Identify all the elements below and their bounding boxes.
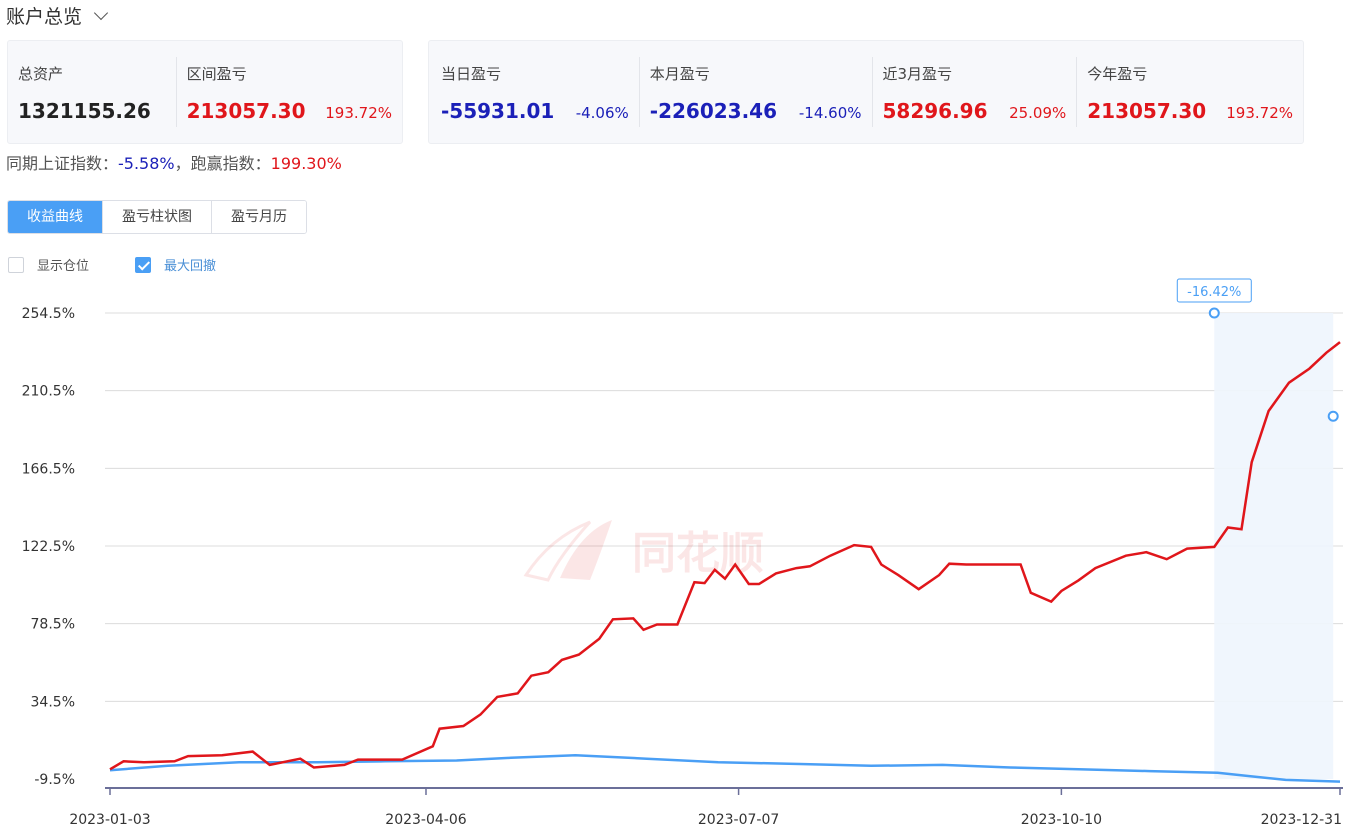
- summary-cell: 区间盈亏 213057.30 193.72%: [177, 57, 402, 127]
- tab-profit-bar[interactable]: 盈亏柱状图: [103, 201, 212, 233]
- summary-label: 近3月盈亏: [882, 65, 953, 83]
- y-tick-label: 166.5%: [22, 461, 75, 477]
- summary-pct: -4.06%: [575, 104, 629, 122]
- beat-label: 跑赢指数：: [190, 154, 271, 173]
- y-tick-label: 210.5%: [22, 384, 75, 400]
- x-tick-label: 2023-10-10: [1021, 812, 1102, 828]
- summary-value: 58296.96: [882, 99, 988, 123]
- page-title: 账户总览: [6, 6, 83, 28]
- y-axis: 254.5% 210.5% 166.5% 122.5% 78.5% 34.5% -9.5%: [22, 306, 75, 788]
- summary-pct: 25.09%: [1009, 104, 1067, 122]
- y-tick-label: 122.5%: [22, 539, 75, 555]
- summary-cell: 近3月盈亏 58296.96 25.09%: [873, 57, 1078, 127]
- summary-cell: 本月盈亏 -226023.46 -14.60%: [640, 57, 873, 127]
- summary-value: -55931.01: [441, 99, 555, 123]
- summary-cell: 今年盈亏 213057.30 193.72%: [1077, 57, 1303, 127]
- x-axis: 2023-01-03 2023-04-06 2023-07-07 2023-10-10…: [69, 787, 1343, 828]
- page-header[interactable]: 账户总览: [6, 2, 109, 29]
- summary-label: 本月盈亏: [649, 65, 710, 83]
- x-tick-label: 2023-04-06: [385, 812, 466, 828]
- watermark-text: 同花顺: [632, 528, 764, 579]
- summary-pct: -14.60%: [798, 104, 862, 122]
- y-tick-label: 34.5%: [31, 694, 75, 710]
- tab-profit-calendar[interactable]: 盈亏月历: [212, 201, 306, 233]
- summary-value: 213057.30: [1087, 99, 1207, 123]
- x-tick-label: 2023-07-07: [698, 812, 779, 828]
- summary-value: 1321155.26: [18, 99, 151, 123]
- tab-profit-curve[interactable]: 收益曲线: [8, 201, 103, 233]
- summary-label: 当日盈亏: [441, 65, 502, 83]
- watermark-logo: 同花顺: [523, 520, 764, 582]
- drawdown-start-marker: [1208, 307, 1220, 319]
- summary-label: 今年盈亏: [1087, 65, 1148, 83]
- y-tick-label: 78.5%: [31, 617, 75, 633]
- chevron-down-icon[interactable]: [93, 5, 109, 20]
- max-drawdown-band: [1214, 313, 1334, 779]
- sse-value: -5.58%: [118, 154, 175, 173]
- x-tick-label: 2023-01-03: [69, 812, 150, 828]
- summary-value: -226023.46: [649, 99, 777, 123]
- chart-grid: [105, 312, 1343, 702]
- separator: ，: [174, 154, 191, 173]
- profit-curve-chart[interactable]: 同花顺 254.5% 210.5% 166.5% 122.5% 78.5% 34.5% -9…: [0, 270, 1347, 828]
- x-tick-label: 2023-12-31: [1261, 812, 1342, 828]
- beat-value: 199.30%: [270, 154, 342, 173]
- sse-label: 同期上证指数：: [6, 154, 119, 173]
- summary-card-total: 总资产 1321155.26 区间盈亏 213057.30 193.72%: [7, 40, 403, 144]
- drawdown-end-marker: [1327, 410, 1339, 422]
- summary-card-periods: 当日盈亏 -55931.01 -4.06% 本月盈亏 -226023.46 -1…: [428, 40, 1304, 144]
- summary-pct: 193.72%: [325, 104, 392, 122]
- summary-label: 总资产: [18, 65, 64, 83]
- summary-label: 区间盈亏: [186, 65, 247, 83]
- summary-pct: 193.72%: [1226, 104, 1293, 122]
- drawdown-label: -16.42%: [1187, 285, 1241, 300]
- y-tick-label: -9.5%: [34, 772, 75, 788]
- summary-cell: 总资产 1321155.26: [8, 57, 177, 127]
- summary-cell: 当日盈亏 -55931.01 -4.06%: [431, 57, 640, 127]
- index-compare: 同期上证指数：-5.58%，跑赢指数：199.30%: [6, 150, 342, 174]
- chart-tabs: 收益曲线 盈亏柱状图 盈亏月历: [7, 200, 307, 234]
- summary-value: 213057.30: [186, 99, 306, 123]
- y-tick-label: 254.5%: [22, 306, 75, 322]
